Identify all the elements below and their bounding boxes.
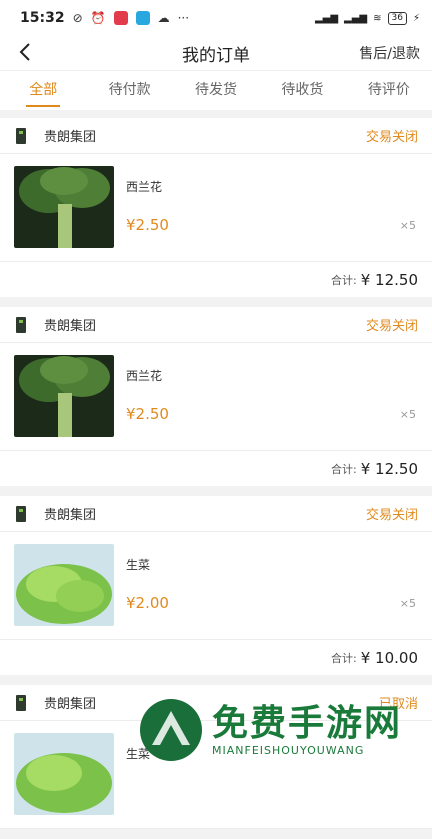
order-status: 交易关闭 [365, 130, 418, 145]
notification-icons: ⊘ ⏰ ☁ ··· [73, 11, 189, 25]
total-label: 合计: [331, 273, 357, 287]
order-total: ¥ 12.50 [360, 459, 418, 478]
more-icon: ··· [177, 11, 190, 25]
product-quantity: ×5 [399, 408, 416, 421]
nav-bar: 我的订单 售后/退款 [0, 36, 432, 70]
order-header: 贵朗集团 交易关闭 [0, 118, 432, 154]
order-status: 交易关闭 [365, 508, 418, 523]
order-card[interactable]: 贵朗集团 交易关闭 西兰花 ¥2.50 ×5 合计: ¥ 12.50 [0, 307, 432, 486]
shop-logo-icon [16, 127, 26, 144]
app-notification-icon [135, 11, 150, 25]
order-header: 贵朗集团 交易关闭 [0, 496, 432, 532]
battery-icon: 36 [387, 11, 407, 25]
broccoli-image [14, 355, 114, 437]
order-total: ¥ 12.50 [360, 270, 418, 289]
app-notification-icon [113, 11, 128, 25]
order-footer: 合计: ¥ 12.50 [0, 451, 432, 486]
order-footer: 合计: ¥ 10.00 [0, 640, 432, 675]
status-bar: 15:32 ⊘ ⏰ ☁ ··· ▂▄▆ ▂▄▆ ≋ 36 ⚡ [0, 0, 432, 36]
order-item[interactable]: 生菜 ¥2.00 ×5 [0, 532, 432, 640]
tab-pending-review[interactable]: 待评价 [346, 71, 432, 110]
broccoli-image [14, 166, 114, 248]
product-price: ¥2.50 [126, 216, 169, 234]
order-card[interactable]: 贵朗集团 交易关闭 西兰花 ¥2.50 ×5 合计: ¥ 12.50 [0, 118, 432, 297]
mute-icon: ⊘ [72, 11, 83, 25]
order-item[interactable]: 西兰花 ¥2.50 ×5 [0, 343, 432, 451]
signal-icon: ▂▄▆ [344, 12, 368, 24]
order-item[interactable]: 西兰花 ¥2.50 ×5 [0, 154, 432, 262]
product-name: 西兰花 [126, 369, 163, 383]
signal-icon: ▂▄▆ [314, 12, 339, 24]
shop-name: 贵朗集团 [44, 130, 97, 145]
product-price: ¥2.50 [126, 405, 169, 423]
charging-icon: ⚡ [412, 12, 420, 24]
shop-logo-icon [16, 694, 26, 711]
total-label: 合计: [331, 462, 357, 476]
alarm-icon: ⏰ [90, 11, 106, 25]
product-quantity: ×5 [399, 219, 416, 232]
watermark-subtitle: MIANFEISHOUYOUWANG [212, 743, 365, 757]
cloud-icon: ☁ [157, 11, 170, 25]
watermark-logo-icon [140, 699, 202, 761]
shop-name: 贵朗集团 [44, 697, 97, 712]
watermark-title: 免费手游网 [212, 702, 403, 744]
tab-pending-receipt[interactable]: 待收货 [259, 71, 345, 110]
tab-pending-payment[interactable]: 待付款 [86, 71, 172, 110]
status-time: 15:32 [20, 10, 65, 26]
shop-name: 贵朗集团 [44, 319, 97, 334]
order-header: 贵朗集团 交易关闭 [0, 307, 432, 343]
order-footer: 合计: ¥ 12.50 [0, 262, 432, 297]
shop-logo-icon [16, 505, 26, 522]
lettuce-image [14, 733, 114, 815]
tab-all[interactable]: 全部 [0, 71, 86, 110]
shop-name: 贵朗集团 [44, 508, 97, 523]
order-status: 交易关闭 [365, 319, 418, 334]
product-name: 西兰花 [126, 180, 163, 194]
tab-pending-shipment[interactable]: 待发货 [173, 71, 259, 110]
wifi-icon: ≋ [373, 12, 382, 24]
product-price: ¥2.00 [126, 594, 169, 612]
product-quantity: ×5 [399, 597, 416, 610]
total-label: 合计: [331, 651, 357, 665]
site-watermark: 免费手游网 MIANFEISHOUYOUWANG [138, 692, 428, 768]
order-tabs: 全部 待付款 待发货 待收货 待评价 [0, 70, 432, 110]
order-card[interactable]: 贵朗集团 交易关闭 生菜 ¥2.00 ×5 合计: ¥ 10.00 [0, 496, 432, 675]
after-sales-link[interactable]: 售后/退款 [359, 43, 420, 63]
shop-logo-icon [16, 316, 26, 333]
lettuce-image [14, 544, 114, 626]
order-total: ¥ 10.00 [360, 648, 418, 667]
back-arrow-icon[interactable] [14, 40, 38, 64]
product-name: 生菜 [126, 558, 151, 572]
